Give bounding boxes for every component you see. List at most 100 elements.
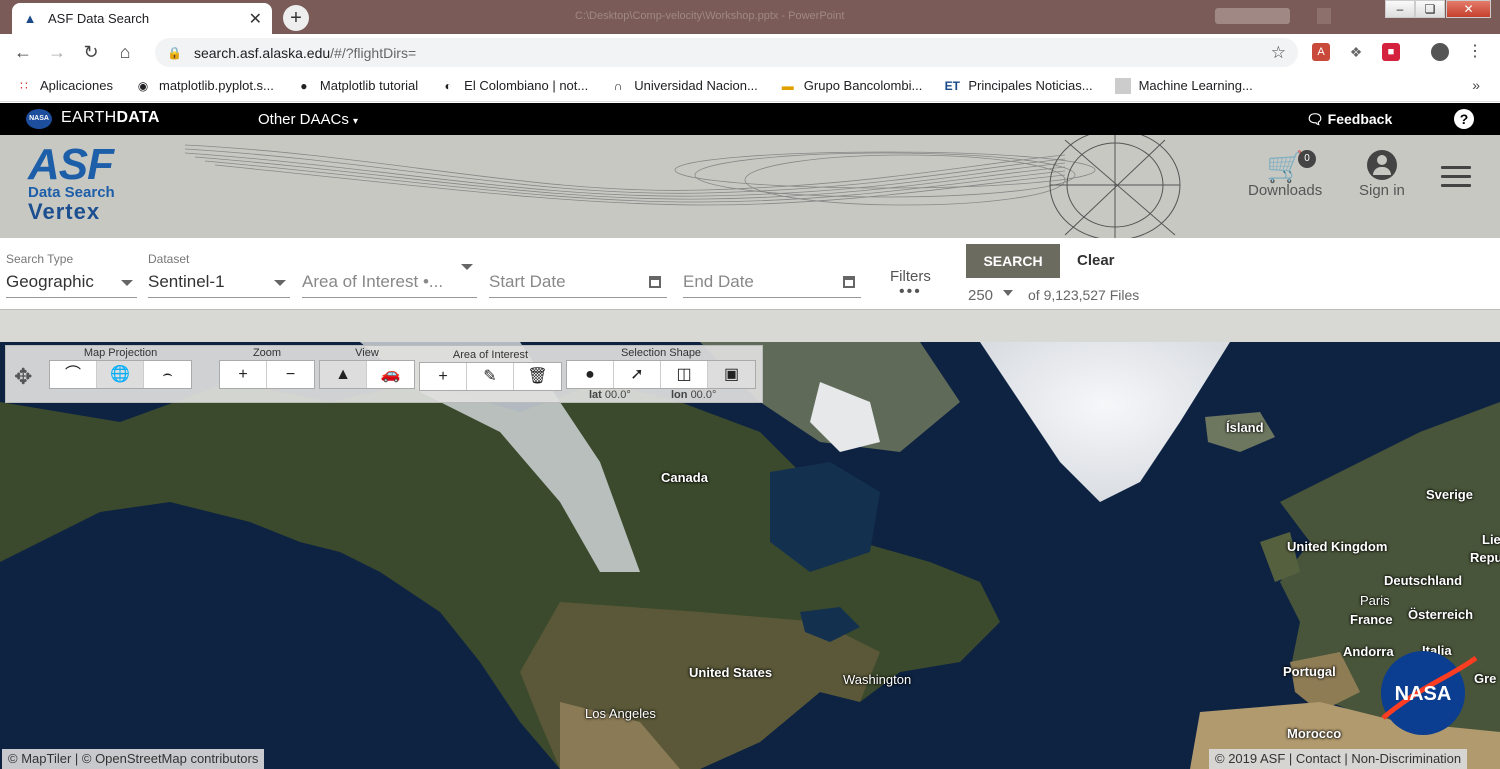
- results-band: [0, 310, 1500, 342]
- map-projection-group: Map Projection ⌒ 🌐 ⌢: [49, 346, 192, 389]
- arctic-projection-button[interactable]: ⌒: [50, 361, 97, 388]
- bookmark-star-icon[interactable]: ☆: [1271, 43, 1286, 63]
- bancolombia-icon: ▬: [781, 78, 794, 93]
- footer-links: © 2019 ASF | Contact | Non-Discriminatio…: [1209, 749, 1468, 769]
- map-label-paris: Paris: [1360, 593, 1390, 608]
- maximize-window-button[interactable]: ❏: [1415, 0, 1445, 18]
- linestring-icon[interactable]: ➚: [614, 361, 661, 388]
- zoom-out-button[interactable]: −: [267, 361, 314, 388]
- ml-icon: [1114, 77, 1131, 94]
- draw-pencil-icon[interactable]: ✎: [467, 363, 514, 390]
- reload-icon[interactable]: ↻: [74, 42, 108, 63]
- map-toolbar: ✥ Map Projection ⌒ 🌐 ⌢ Zoom + − View ▲ 🚗…: [5, 345, 763, 403]
- dataset-value: Sentinel-1: [148, 272, 225, 291]
- map-label-france: France: [1350, 612, 1393, 627]
- url-omnibox[interactable]: 🔒 search.asf.alaska.edu/#/?flightDirs= ☆: [155, 38, 1298, 67]
- lock-icon: 🔒: [167, 45, 182, 60]
- help-icon[interactable]: ?: [1454, 109, 1474, 129]
- feedback-link[interactable]: 🗨 Feedback: [1306, 111, 1392, 128]
- nasa-logo[interactable]: NASA: [1378, 648, 1478, 738]
- bookmark-matplotlib-tutorial[interactable]: ● Matplotlib tutorial: [296, 78, 418, 94]
- zoom-in-button[interactable]: +: [220, 361, 267, 388]
- more-bookmarks-icon[interactable]: »: [1472, 77, 1480, 93]
- chrome-menu-icon[interactable]: ⋮: [1466, 43, 1484, 61]
- antarctic-projection-button[interactable]: ⌢: [144, 361, 191, 388]
- earthdata-logo[interactable]: EARTHDATA: [61, 109, 160, 127]
- bookmark-apps[interactable]: ∷ Aplicaciones: [16, 78, 113, 94]
- close-tab-icon[interactable]: ✕: [249, 9, 262, 29]
- contact-link[interactable]: Contact: [1296, 751, 1341, 766]
- bookmark-universidad[interactable]: ∩ Universidad Nacion...: [610, 78, 758, 94]
- non-discrimination-link[interactable]: Non-Discrimination: [1351, 751, 1461, 766]
- nasa-badge-icon[interactable]: NASA: [26, 109, 52, 129]
- box-select-icon[interactable]: ▣: [708, 361, 755, 388]
- map-label-portugal: Portugal: [1283, 664, 1336, 679]
- dropdown-caret-icon: [274, 280, 286, 286]
- copyright-text: © 2019 ASF: [1215, 751, 1286, 766]
- map-label-island: Ísland: [1226, 420, 1264, 435]
- red-extension-icon[interactable]: ■: [1382, 43, 1400, 61]
- minimize-window-button[interactable]: –: [1385, 0, 1415, 18]
- caret-down-icon: ▾: [353, 116, 359, 127]
- pdf-extension-icon[interactable]: A: [1312, 43, 1330, 61]
- asf-logo[interactable]: ASF Data Search Vertex: [28, 143, 138, 223]
- polygon-icon[interactable]: ◫: [661, 361, 708, 388]
- bookmark-et[interactable]: ET Principales Noticias...: [944, 78, 1093, 94]
- map-label-sverige: Sverige: [1426, 487, 1473, 502]
- hamburger-menu-icon[interactable]: [1441, 166, 1471, 193]
- map-label-deutschland: Deutschland: [1384, 573, 1463, 588]
- tab-title: ASF Data Search: [48, 11, 150, 26]
- bookmark-bancolombia[interactable]: ▬ Grupo Bancolombi...: [780, 78, 923, 94]
- satellite-dish-banner: [185, 135, 1181, 238]
- area-of-interest-input[interactable]: Area of Interest •...: [302, 252, 477, 298]
- satellite-view-mountain-icon[interactable]: ▲: [320, 361, 367, 388]
- lon-readout: lon 00.0°: [671, 389, 717, 401]
- point-pin-icon[interactable]: ●: [567, 361, 614, 388]
- start-date-input[interactable]: Start Date: [489, 252, 667, 298]
- home-icon[interactable]: ⌂: [108, 42, 142, 63]
- browser-tab[interactable]: ▲ ASF Data Search ✕: [12, 3, 272, 34]
- back-arrow-icon[interactable]: ←: [6, 42, 40, 63]
- elcolombiano-icon: ◐: [444, 78, 452, 93]
- bookmark-machine-learning[interactable]: Machine Learning...: [1114, 77, 1253, 94]
- max-results-select[interactable]: 250: [968, 287, 1014, 304]
- blurred-pill-2: [1317, 8, 1331, 24]
- map-label-morocco: Morocco: [1287, 726, 1342, 741]
- clear-button[interactable]: Clear: [1077, 252, 1115, 269]
- other-daacs-menu[interactable]: Other DAACs ▾: [258, 111, 358, 128]
- sign-in-button[interactable]: Sign in: [1359, 150, 1405, 199]
- search-type-select[interactable]: Search Type Geographic: [6, 252, 137, 298]
- downloads-button[interactable]: 🛒 0 Downloads: [1248, 150, 1322, 199]
- street-view-car-icon[interactable]: 🚗: [367, 361, 414, 388]
- bookmark-matplotlib-pyplot[interactable]: ◉ matplotlib.pyplot.s...: [135, 78, 274, 94]
- profile-avatar[interactable]: [1431, 43, 1449, 61]
- add-aoi-button[interactable]: +: [420, 363, 467, 390]
- view-label: View: [355, 347, 379, 359]
- calendar-icon[interactable]: [649, 276, 661, 288]
- delete-trash-icon[interactable]: 🗑: [514, 363, 561, 390]
- map-label-uk: United Kingdom: [1287, 539, 1388, 554]
- lat-readout: lat 00.0°: [589, 389, 631, 401]
- asf-header: ASF Data Search Vertex 🛒 0 Downloads Sig…: [0, 135, 1500, 238]
- end-date-input[interactable]: End Date: [683, 252, 861, 298]
- start-date-placeholder: Start Date: [489, 272, 566, 291]
- close-window-button[interactable]: ✕: [1446, 0, 1491, 18]
- dropbox-extension-icon[interactable]: ❖: [1347, 43, 1365, 61]
- move-arrows-icon[interactable]: ✥: [14, 364, 32, 390]
- matplotlib-icon: ◉: [137, 78, 149, 93]
- new-tab-button[interactable]: +: [283, 5, 309, 31]
- blurred-pill: [1215, 8, 1290, 24]
- calendar-icon[interactable]: [843, 276, 855, 288]
- forward-arrow-icon[interactable]: →: [40, 42, 74, 63]
- search-button[interactable]: SEARCH: [966, 244, 1060, 278]
- map-view[interactable]: Canada Ísland Sverige United Kingdom Lie…: [0, 342, 1500, 769]
- map-attribution[interactable]: © MapTiler | © OpenStreetMap contributor…: [2, 749, 265, 769]
- map-label-canada: Canada: [661, 470, 708, 485]
- zoom-group: Zoom + −: [219, 346, 315, 389]
- filters-button[interactable]: Filters •••: [890, 268, 931, 300]
- bookmark-el-colombiano[interactable]: ◐ El Colombiano | not...: [440, 78, 589, 94]
- dataset-select[interactable]: Dataset Sentinel-1: [148, 252, 290, 298]
- dropdown-caret-icon: [121, 280, 133, 286]
- blurred-window-title: C:\Desktop\Comp-velocity\Workshop.pptx -…: [575, 10, 845, 22]
- equatorial-projection-button[interactable]: 🌐: [97, 361, 144, 388]
